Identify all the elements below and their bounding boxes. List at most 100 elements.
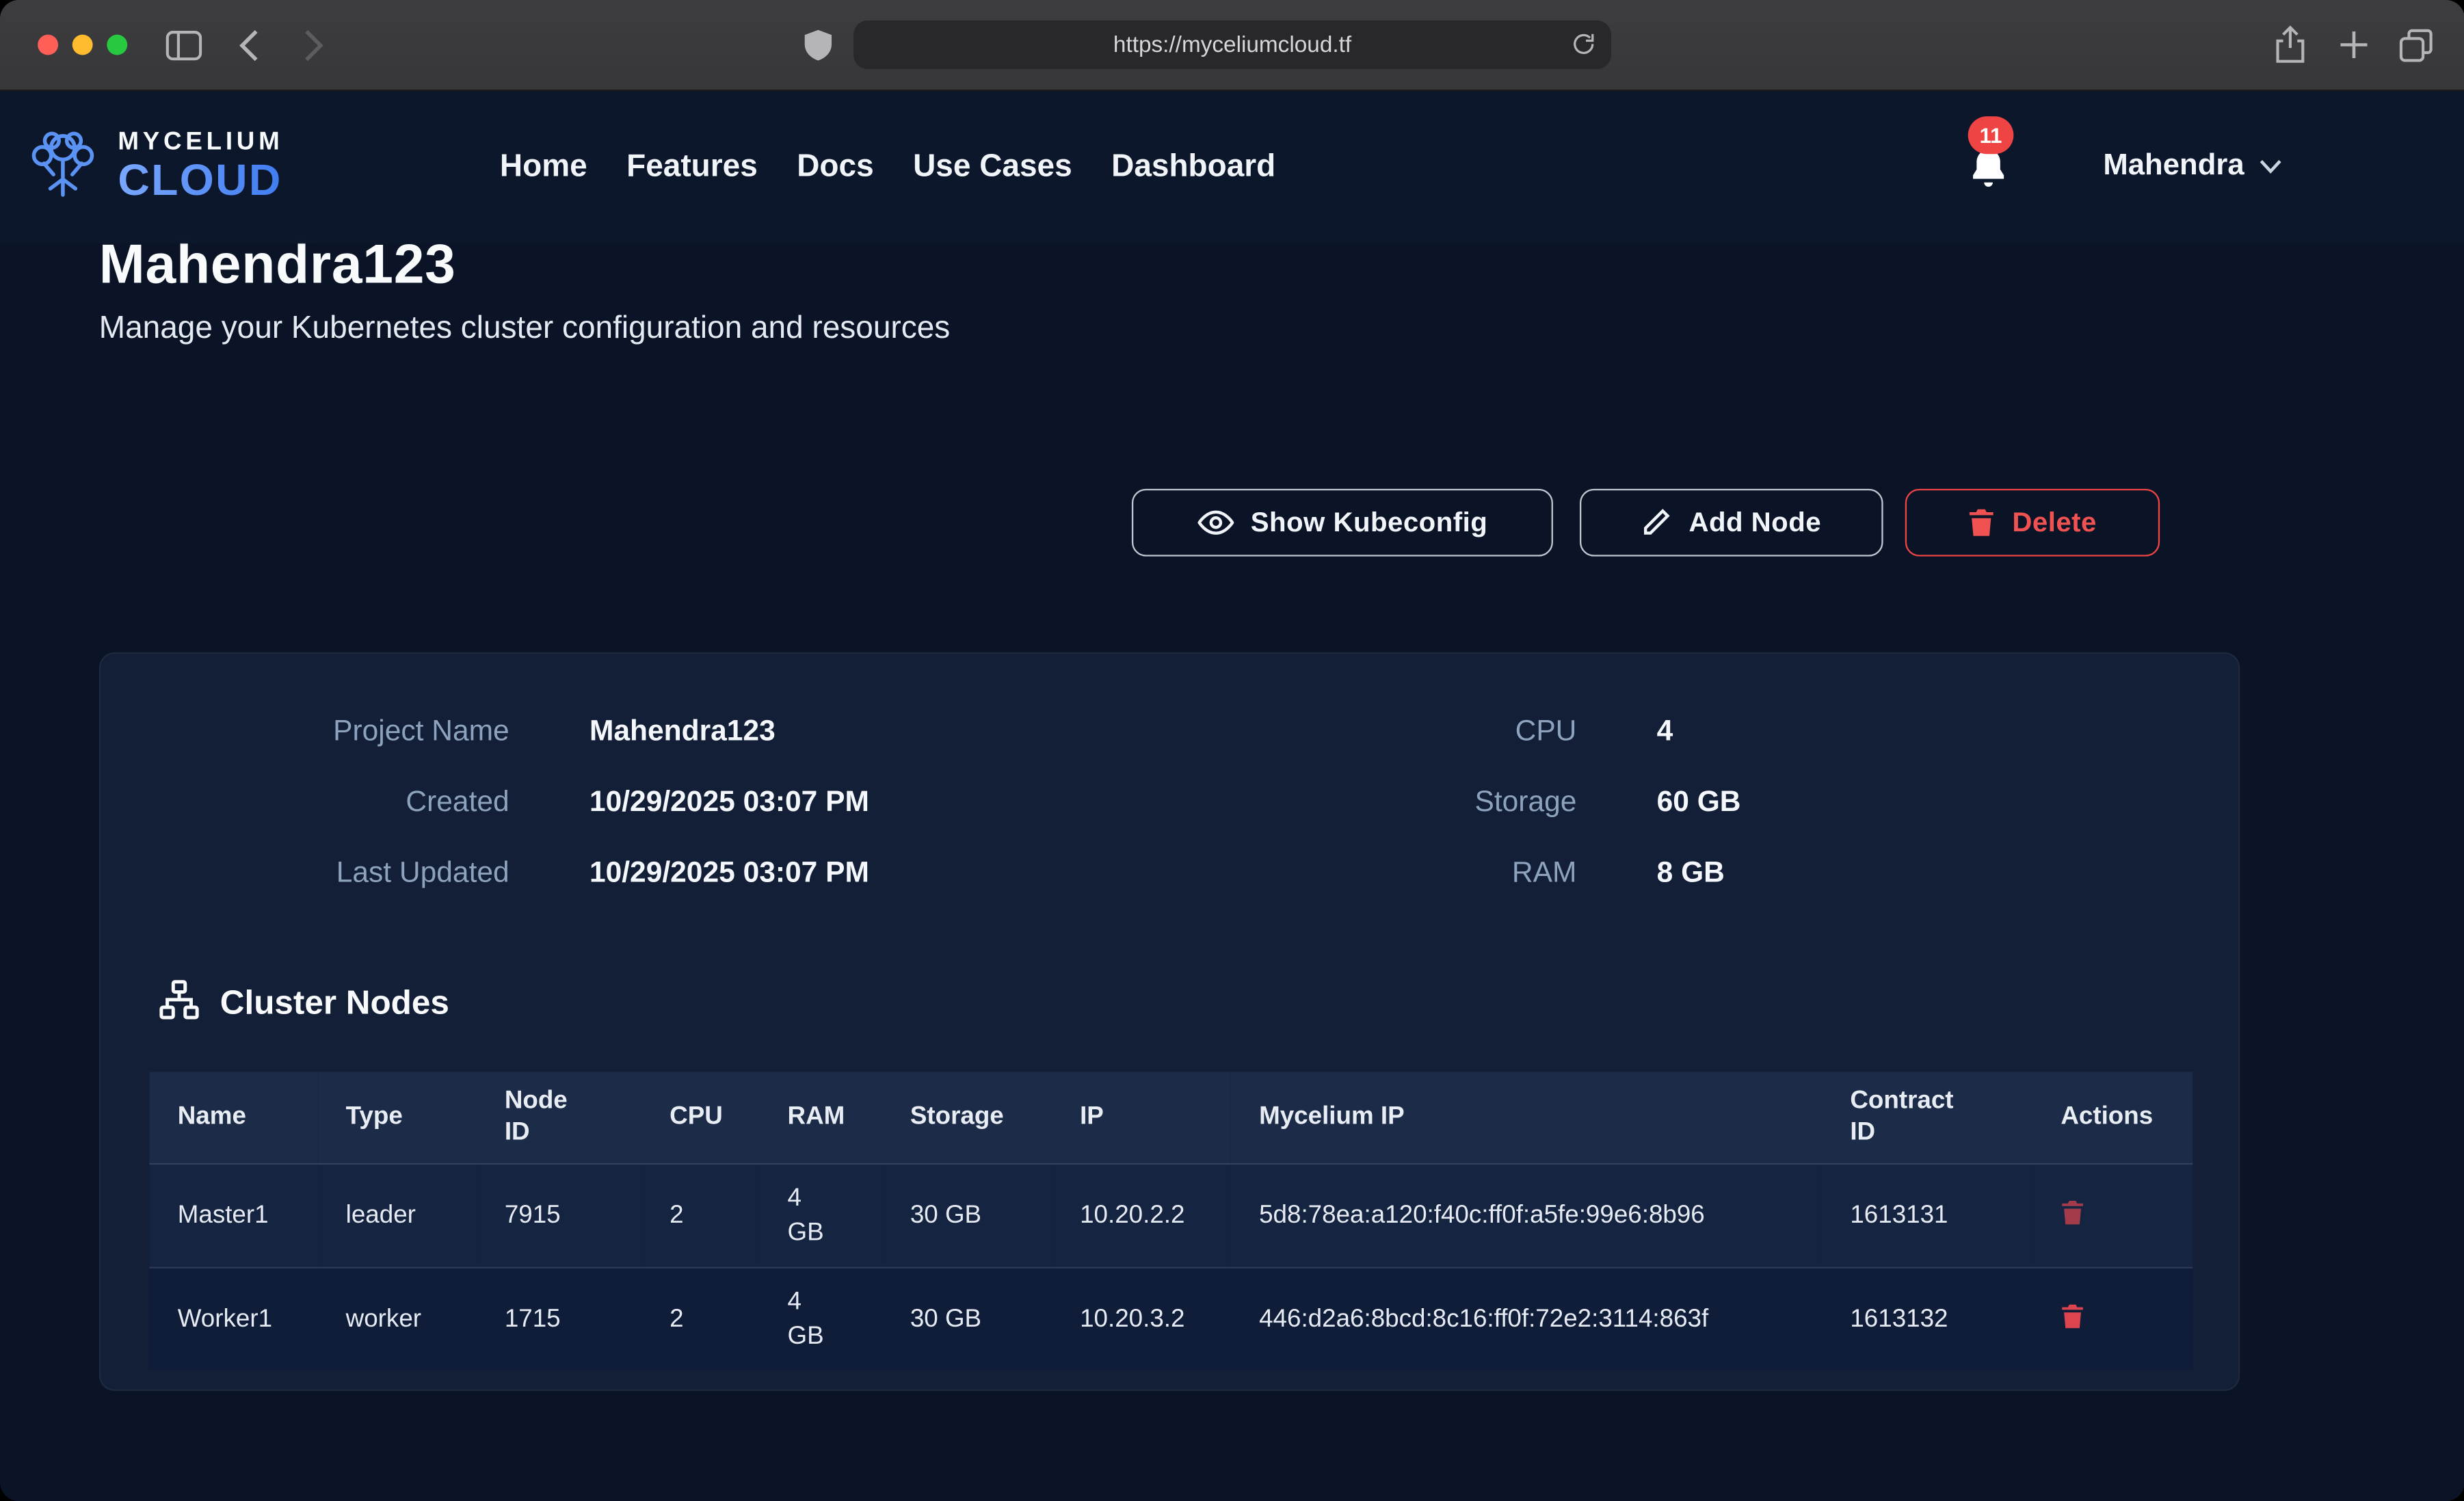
cell-name: Worker1 — [149, 1268, 317, 1371]
nav-link-features[interactable]: Features — [626, 148, 758, 185]
col-header-name: Name — [149, 1072, 317, 1164]
notification-badge: 11 — [1968, 116, 2014, 154]
sidebar-toggle-button[interactable] — [165, 0, 202, 90]
eye-icon — [1197, 509, 1234, 536]
nav-link-docs[interactable]: Docs — [797, 148, 873, 185]
cell-type: leader — [317, 1164, 476, 1268]
cluster-nodes-icon — [159, 979, 200, 1028]
delete-cluster-button[interactable]: Delete — [1905, 489, 2160, 557]
cell-mycelium-ip: 446:d2a6:8bcd:8c16:ff0f:72e2:3114:863f — [1231, 1268, 1822, 1371]
last-updated-label: Last Updated — [101, 836, 509, 907]
user-name: Mahendra — [2103, 149, 2244, 184]
page-subtitle: Manage your Kubernetes cluster configura… — [99, 311, 950, 347]
notifications-button[interactable]: 11 — [1966, 146, 2013, 194]
reload-button[interactable] — [1570, 30, 1597, 65]
shield-icon — [804, 27, 834, 62]
col-header-node-id: Node ID — [476, 1072, 641, 1164]
reload-icon — [1570, 30, 1597, 58]
chevron-left-icon — [239, 27, 259, 62]
cell-name: Master1 — [149, 1164, 317, 1268]
cell-node-id: 1715 — [476, 1268, 641, 1371]
delete-label: Delete — [2012, 506, 2097, 539]
nav-link-dashboard[interactable]: Dashboard — [1111, 148, 1275, 185]
storage-value: 60 GB — [1657, 765, 2238, 836]
col-header-actions: Actions — [2032, 1072, 2193, 1164]
back-button[interactable] — [239, 0, 259, 90]
cell-contract-id: 1613131 — [1822, 1164, 2032, 1268]
cell-type: worker — [317, 1268, 476, 1371]
cluster-details-card: Project Name Mahendra123 CPU 4 Created 1… — [99, 652, 2240, 1391]
cell-storage: 30 GB — [882, 1164, 1051, 1268]
privacy-report-button[interactable] — [804, 0, 834, 90]
delete-node-button[interactable] — [2061, 1303, 2084, 1334]
col-header-contract-id: Contract ID — [1822, 1072, 2032, 1164]
mycelium-logo-icon — [22, 131, 104, 203]
col-header-storage: Storage — [882, 1072, 1051, 1164]
brand-logo[interactable]: MYCELIUM CLOUD — [22, 90, 283, 243]
show-kubeconfig-button[interactable]: Show Kubeconfig — [1132, 489, 1553, 557]
cell-actions — [2032, 1164, 2193, 1268]
cpu-label: CPU — [1260, 695, 1576, 765]
page-title: Mahendra123 — [99, 235, 456, 297]
storage-label: Storage — [1260, 765, 1576, 836]
zoom-window-button[interactable] — [107, 35, 127, 55]
cell-actions — [2032, 1268, 2193, 1371]
trash-icon — [2061, 1199, 2084, 1225]
table-row: Worker1 worker 1715 2 4 GB 30 GB 10.20.3… — [149, 1268, 2193, 1371]
cpu-value: 4 — [1657, 695, 2238, 765]
tabs-icon — [2399, 27, 2434, 62]
new-tab-button[interactable] — [2339, 0, 2369, 90]
delete-node-button[interactable] — [2061, 1199, 2084, 1230]
cell-storage: 30 GB — [882, 1268, 1051, 1371]
cell-mycelium-ip: 5d8:78ea:a120:f40c:ff0f:a5fe:99e6:8b96 — [1231, 1164, 1822, 1268]
browser-window: https://myceliumcloud.tf Mahendra1 — [0, 0, 2464, 1501]
user-menu[interactable]: Mahendra — [2103, 90, 2281, 243]
table-header-row: Name Type Node ID CPU RAM Storage IP Myc… — [149, 1072, 2193, 1164]
cell-node-id: 7915 — [476, 1164, 641, 1268]
ram-value: 8 GB — [1657, 836, 2238, 907]
cell-ip: 10.20.2.2 — [1052, 1164, 1231, 1268]
share-icon — [2275, 25, 2306, 64]
traffic-lights — [38, 35, 127, 55]
pencil-icon — [1641, 507, 1671, 537]
chevron-right-icon — [304, 27, 324, 62]
tab-overview-button[interactable] — [2399, 0, 2434, 90]
cluster-nodes-table: Name Type Node ID CPU RAM Storage IP Myc… — [149, 1072, 2193, 1372]
col-header-ip: IP — [1052, 1072, 1231, 1164]
address-bar[interactable]: https://myceliumcloud.tf — [853, 21, 1611, 69]
table-row: Master1 leader 7915 2 4 GB 30 GB 10.20.2… — [149, 1164, 2193, 1268]
share-button[interactable] — [2275, 0, 2306, 90]
cluster-nodes-section-header: Cluster Nodes — [159, 979, 2238, 1028]
app-navbar: MYCELIUM CLOUD Home Features Docs Use Ca… — [0, 90, 2464, 243]
ram-label: RAM — [1260, 836, 1576, 907]
trash-icon — [1968, 507, 1995, 537]
cell-cpu: 2 — [641, 1268, 759, 1371]
browser-titlebar: https://myceliumcloud.tf — [0, 0, 2464, 91]
cell-ram: 4 GB — [759, 1164, 882, 1268]
last-updated-value: 10/29/2025 03:07 PM — [589, 836, 1180, 907]
col-header-mycelium-ip: Mycelium IP — [1231, 1072, 1822, 1164]
cell-contract-id: 1613132 — [1822, 1268, 2032, 1371]
sidebar-icon — [165, 29, 202, 61]
chevron-down-icon — [2258, 159, 2281, 174]
brand-name-top: MYCELIUM — [118, 131, 283, 156]
cluster-nodes-title: Cluster Nodes — [220, 984, 449, 1023]
add-node-button[interactable]: Add Node — [1580, 489, 1883, 557]
minimize-window-button[interactable] — [72, 35, 93, 55]
brand-name-bottom: CLOUD — [118, 159, 283, 202]
trash-icon — [2061, 1303, 2084, 1329]
forward-button[interactable] — [304, 0, 324, 90]
nav-link-use-cases[interactable]: Use Cases — [913, 148, 1072, 185]
cell-cpu: 2 — [641, 1164, 759, 1268]
cluster-info-grid: Project Name Mahendra123 CPU 4 Created 1… — [101, 654, 2238, 907]
plus-icon — [2339, 30, 2369, 60]
created-value: 10/29/2025 03:07 PM — [589, 765, 1180, 836]
project-name-value: Mahendra123 — [589, 695, 1180, 765]
close-window-button[interactable] — [38, 35, 58, 55]
col-header-cpu: CPU — [641, 1072, 759, 1164]
cell-ram: 4 GB — [759, 1268, 882, 1371]
created-label: Created — [101, 765, 509, 836]
cell-ip: 10.20.3.2 — [1052, 1268, 1231, 1371]
nav-link-home[interactable]: Home — [500, 148, 587, 185]
project-name-label: Project Name — [101, 695, 509, 765]
